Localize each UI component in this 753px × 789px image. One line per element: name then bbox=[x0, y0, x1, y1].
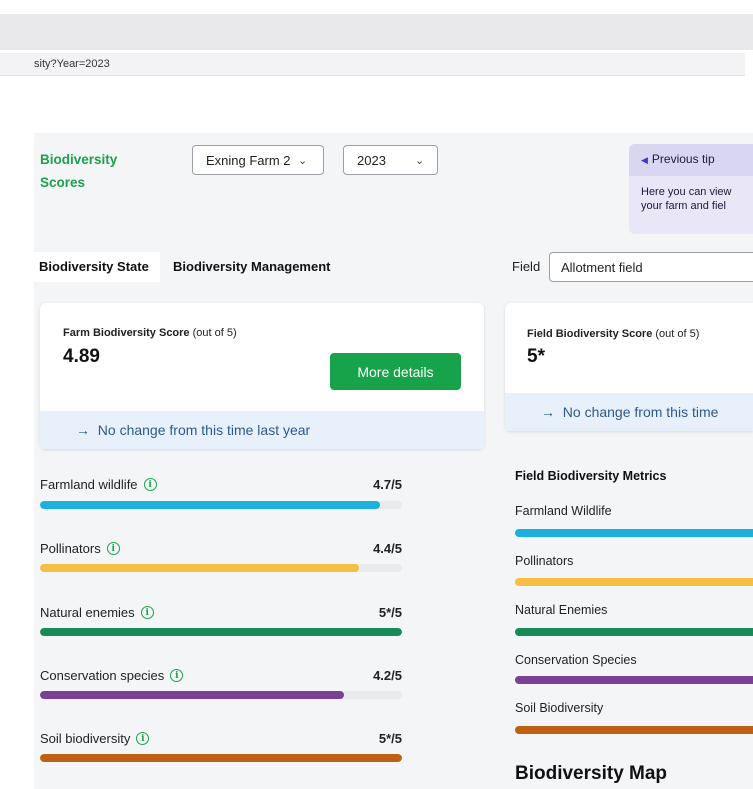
more-details-button[interactable]: More details bbox=[330, 353, 461, 390]
year-select-value: 2023 bbox=[357, 152, 386, 168]
metric-bar-track bbox=[40, 691, 402, 699]
previous-tip-label[interactable]: ◀ Previous tip bbox=[641, 152, 715, 166]
field-metric-name: Pollinators bbox=[515, 554, 574, 568]
info-icon[interactable]: i bbox=[140, 606, 154, 619]
field-select[interactable]: Allotment field bbox=[549, 252, 753, 282]
tip-text-line-1: Here you can view bbox=[641, 186, 732, 198]
tip-text-line-2: your farm and fiel bbox=[641, 200, 726, 212]
previous-tip-text: Previous tip bbox=[651, 152, 715, 166]
farm-select-value: Exning Farm 2 bbox=[206, 152, 291, 168]
metric-bar-fill bbox=[40, 501, 381, 509]
metric-bar-fill bbox=[40, 691, 345, 699]
field-metric-name: Soil Biodiversity bbox=[515, 701, 604, 715]
field-metric-name: Natural Enemies bbox=[515, 603, 608, 617]
farm-score-label-bold: Farm Biodiversity Score bbox=[63, 327, 190, 339]
metric-bar-track bbox=[40, 754, 402, 762]
metric-bar-fill bbox=[40, 564, 359, 572]
address-bar[interactable] bbox=[0, 53, 745, 76]
field-metric-name: Farmland Wildlife bbox=[515, 504, 612, 518]
tab-biodiversity-state[interactable]: Biodiversity State bbox=[34, 252, 160, 282]
field-metric-bar bbox=[515, 726, 753, 734]
field-score-value: 5* bbox=[527, 346, 545, 367]
info-icon[interactable]: i bbox=[136, 732, 150, 745]
metric-name: Pollinators i bbox=[40, 541, 120, 556]
chevron-down-icon: ⌄ bbox=[298, 154, 308, 167]
field-score-label: Field Biodiversity Score (out of 5) bbox=[527, 328, 699, 340]
field-metric-bar bbox=[515, 578, 753, 586]
field-metric-bar bbox=[515, 628, 753, 636]
metric-name: Farmland wildlife i bbox=[40, 477, 157, 492]
field-metric-bar bbox=[515, 676, 753, 684]
metric-name: Soil biodiversity i bbox=[40, 731, 150, 746]
metric-label: Pollinators bbox=[40, 541, 101, 556]
arrow-right-icon: → bbox=[541, 404, 555, 420]
metric-bar-track bbox=[40, 564, 402, 572]
farm-change-text: No change from this time last year bbox=[97, 422, 311, 438]
browser-toolbar bbox=[0, 14, 753, 50]
metric-bar-track bbox=[40, 628, 402, 636]
info-icon[interactable]: i bbox=[170, 669, 184, 682]
url-text[interactable]: sity?Year=2023 bbox=[34, 58, 110, 70]
info-icon[interactable]: i bbox=[106, 542, 120, 555]
field-metric-name: Conservation Species bbox=[515, 653, 637, 667]
metric-value: 4.4/5 bbox=[373, 541, 402, 556]
tip-text: Here you can view your farm and fiel bbox=[641, 185, 753, 221]
field-change-text: No change from this time bbox=[562, 404, 719, 420]
chevron-down-icon: ⌄ bbox=[415, 154, 425, 167]
metric-value: 4.2/5 bbox=[373, 668, 402, 683]
biodiversity-map-title: Biodiversity Map bbox=[515, 763, 668, 784]
metric-label: Conservation species bbox=[40, 668, 165, 683]
arrow-right-icon: → bbox=[76, 422, 90, 438]
farm-change-banner: → No change from this time last year bbox=[40, 411, 484, 449]
field-metric-bar bbox=[515, 529, 753, 537]
tab-biodiversity-management[interactable]: Biodiversity Management bbox=[173, 252, 331, 282]
metric-value: 5*/5 bbox=[378, 605, 402, 620]
field-score-label-suffix: (out of 5) bbox=[655, 328, 700, 340]
info-icon[interactable]: i bbox=[143, 478, 157, 491]
metric-name: Conservation species i bbox=[40, 668, 184, 683]
metric-bar-fill bbox=[40, 754, 402, 762]
metric-bar-fill bbox=[40, 628, 402, 636]
year-select[interactable]: 2023 ⌄ bbox=[343, 145, 438, 175]
farm-score-label-suffix: (out of 5) bbox=[192, 327, 237, 339]
farm-score-value: 4.89 bbox=[63, 346, 100, 367]
metric-name: Natural enemies i bbox=[40, 605, 154, 620]
metric-value: 5*/5 bbox=[378, 731, 402, 746]
field-label: Field bbox=[512, 259, 541, 274]
metric-value: 4.7/5 bbox=[373, 477, 402, 492]
field-metrics-title: Field Biodiversity Metrics bbox=[515, 469, 667, 483]
caret-left-icon: ◀ bbox=[641, 155, 648, 165]
field-score-label-bold: Field Biodiversity Score bbox=[527, 328, 653, 340]
page-title: Biodiversity Scores bbox=[40, 152, 118, 190]
metric-label: Farmland wildlife bbox=[40, 477, 138, 492]
farm-score-label: Farm Biodiversity Score (out of 5) bbox=[63, 327, 237, 339]
farm-select[interactable]: Exning Farm 2 ⌄ bbox=[192, 145, 324, 175]
metric-label: Soil biodiversity bbox=[40, 731, 131, 746]
metric-label: Natural enemies bbox=[40, 605, 135, 620]
metric-bar-track bbox=[40, 501, 402, 509]
field-change-banner: → No change from this time bbox=[505, 393, 753, 431]
